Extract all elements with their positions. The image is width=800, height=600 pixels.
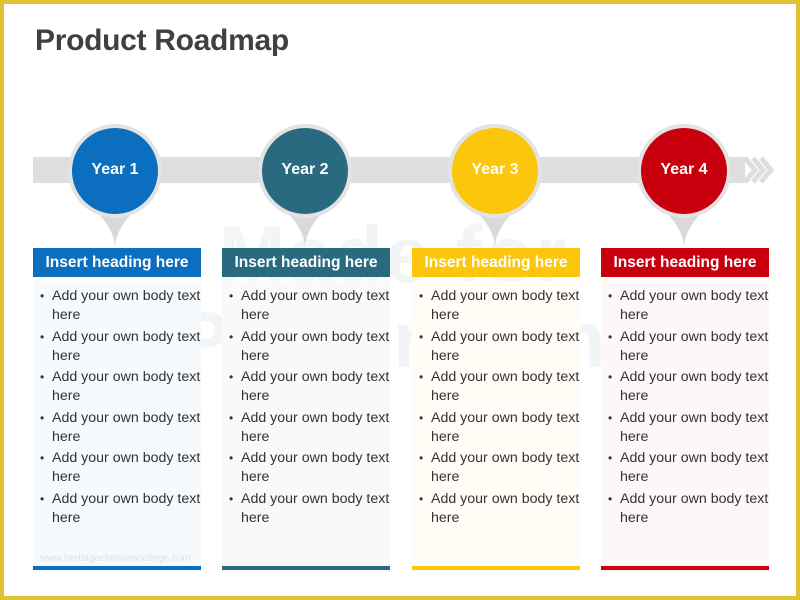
milestone-pin-1: [68, 124, 162, 248]
bullet-icon: •: [419, 451, 424, 465]
bullet-text: Add your own body text here: [620, 288, 769, 323]
bullet-icon: •: [229, 370, 234, 384]
column-bottom-rule: [412, 566, 580, 570]
milestone-pin-2: [258, 124, 352, 248]
bullet-item: • Add your own body text here: [40, 328, 201, 366]
chevron-triple-right-icon: [743, 156, 775, 184]
bullet-item: • Add your own body text here: [40, 449, 201, 487]
bullet-icon: •: [608, 370, 613, 384]
bullet-text: Add your own body text here: [52, 490, 201, 526]
bullet-item: • Add your own body text here: [419, 490, 580, 528]
bullet-item: • Add your own body text here: [608, 287, 769, 325]
bullet-icon: •: [229, 410, 234, 425]
bullet-text: Add your own body text here: [620, 328, 769, 364]
bullet-text: Add your own body text here: [52, 450, 201, 485]
bullet-icon: •: [229, 451, 234, 465]
bullet-icon: •: [419, 491, 424, 506]
milestone-pin-3: [448, 124, 542, 248]
bullet-item: • Add your own body text here: [419, 328, 580, 366]
watermark-url: www.heritagechristiancollege.com: [40, 553, 191, 564]
bullet-text: Add your own body text here: [620, 450, 769, 485]
column-heading: Insert heading here: [33, 248, 201, 277]
bullet-text: Add your own body text here: [241, 288, 390, 323]
bullet-text: Add your own body text here: [241, 369, 390, 404]
bullet-item: • Add your own body text here: [608, 328, 769, 366]
bullet-text: Add your own body text here: [620, 369, 769, 404]
bullet-icon: •: [229, 289, 234, 303]
bullet-item: • Add your own body text here: [419, 409, 580, 447]
bullet-text: Add your own body text here: [241, 409, 390, 445]
bullet-icon: •: [229, 329, 234, 344]
column-bottom-rule: [33, 566, 201, 570]
bullet-item: • Add your own body text here: [608, 368, 769, 406]
bullet-item: • Add your own body text here: [40, 409, 201, 447]
bullet-icon: •: [608, 451, 613, 465]
bullet-text: Add your own body text here: [620, 490, 769, 526]
bullet-item: • Add your own body text here: [40, 490, 201, 528]
bullet-item: • Add your own body text here: [229, 368, 390, 406]
bullet-icon: •: [40, 451, 45, 465]
bullet-icon: •: [419, 370, 424, 384]
column-heading: Insert heading here: [412, 248, 580, 277]
body-bullet-list: • Add your own body text here • Add your ow…: [419, 287, 580, 530]
bullet-icon: •: [40, 410, 45, 425]
bullet-text: Add your own body text here: [431, 450, 580, 485]
bullet-icon: •: [419, 410, 424, 425]
bullet-item: • Add your own body text here: [419, 287, 580, 325]
column-heading: Insert heading here: [222, 248, 390, 277]
year-label: Year 1: [91, 161, 139, 178]
bullet-icon: •: [608, 289, 613, 303]
bullet-text: Add your own body text here: [431, 328, 580, 364]
bullet-text: Add your own body text here: [241, 450, 390, 485]
bullet-text: Add your own body text here: [52, 288, 201, 323]
bullet-text: Add your own body text here: [52, 369, 201, 404]
bullet-icon: •: [419, 329, 424, 344]
column-bottom-rule: [222, 566, 390, 570]
milestone-pin-4: [637, 124, 731, 248]
year-label: Year 2: [281, 161, 329, 178]
bullet-item: • Add your own body text here: [608, 449, 769, 487]
bullet-icon: •: [40, 370, 45, 384]
body-bullet-list: • Add your own body text here • Add your ow…: [608, 287, 769, 530]
bullet-icon: •: [608, 410, 613, 425]
bullet-text: Add your own body text here: [431, 409, 580, 445]
bullet-item: • Add your own body text here: [229, 328, 390, 366]
bullet-text: Add your own body text here: [241, 328, 390, 364]
bullet-icon: •: [40, 329, 45, 344]
bullet-text: Add your own body text here: [620, 409, 769, 445]
column-bottom-rule: [601, 566, 769, 570]
bullet-item: • Add your own body text here: [40, 287, 201, 325]
bullet-icon: •: [40, 289, 45, 303]
bullet-item: • Add your own body text here: [608, 409, 769, 447]
bullet-item: • Add your own body text here: [229, 409, 390, 447]
bullet-text: Add your own body text here: [431, 288, 580, 323]
column-heading: Insert heading here: [601, 248, 769, 277]
bullet-text: Add your own body text here: [431, 369, 580, 404]
bullet-icon: •: [40, 491, 45, 506]
bullet-item: • Add your own body text here: [40, 368, 201, 406]
bullet-text: Add your own body text here: [241, 490, 390, 526]
bullet-item: • Add your own body text here: [229, 287, 390, 325]
bullet-item: • Add your own body text here: [419, 449, 580, 487]
bullet-item: • Add your own body text here: [608, 490, 769, 528]
year-label: Year 3: [471, 161, 519, 178]
bullet-text: Add your own body text here: [431, 490, 580, 526]
bullet-icon: •: [229, 491, 234, 506]
slide: Product Roadmap Made for PowerPoint Year…: [0, 0, 800, 600]
bullet-text: Add your own body text here: [52, 328, 201, 364]
bullet-text: Add your own body text here: [52, 409, 201, 445]
bullet-item: • Add your own body text here: [419, 368, 580, 406]
body-bullet-list: • Add your own body text here • Add your ow…: [229, 287, 390, 530]
body-bullet-list: • Add your own body text here • Add your ow…: [40, 287, 201, 530]
bullet-icon: •: [608, 491, 613, 506]
year-label: Year 4: [660, 161, 708, 178]
bullet-item: • Add your own body text here: [229, 449, 390, 487]
bullet-item: • Add your own body text here: [229, 490, 390, 528]
bullet-icon: •: [419, 289, 424, 303]
bullet-icon: •: [608, 329, 613, 344]
